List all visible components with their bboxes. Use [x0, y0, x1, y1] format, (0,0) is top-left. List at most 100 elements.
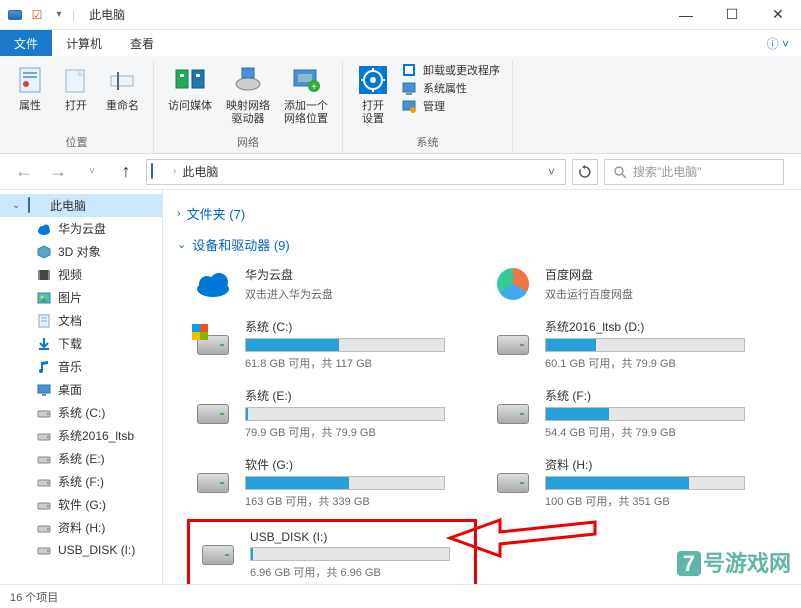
sidebar-item[interactable]: 视频	[0, 263, 162, 286]
access-media-button[interactable]: 访问媒体	[162, 60, 218, 117]
sidebar-item[interactable]: 图片	[0, 286, 162, 309]
monitor-icon	[28, 198, 44, 214]
window-title: 此电脑	[81, 6, 663, 23]
drive-usage-bar	[545, 338, 745, 352]
cloud-drive-item[interactable]: 华为云盘双击进入华为云盘	[187, 260, 467, 308]
qat-dropdown-icon[interactable]: ▾	[50, 6, 68, 24]
drive-usage-bar	[545, 476, 745, 490]
sidebar-item-label: 桌面	[58, 381, 82, 398]
tab-view[interactable]: 查看	[116, 30, 168, 56]
sidebar-item[interactable]: 下载	[0, 332, 162, 355]
cloud-drive-item[interactable]: 百度网盘双击运行百度网盘	[487, 260, 767, 308]
drive-name: 华为云盘	[245, 266, 461, 283]
sidebar-item-label: 文档	[58, 312, 82, 329]
sidebar-item[interactable]: 系统2016_ltsb	[0, 424, 162, 447]
expand-icon[interactable]: ⌄	[12, 200, 22, 211]
folders-section-header[interactable]: › 文件夹 (7)	[177, 198, 787, 229]
help-icon[interactable]: ⓘ ˅	[755, 30, 801, 56]
sidebar-item[interactable]: ⌄ 此电脑	[0, 194, 162, 217]
address-bar[interactable]: › 此电脑 ˅	[146, 159, 566, 185]
sidebar-item[interactable]: 华为云盘	[0, 217, 162, 240]
drive-icon	[198, 537, 238, 573]
drive-icon	[36, 542, 52, 558]
rename-button[interactable]: 重命名	[100, 60, 145, 117]
search-placeholder: 搜索"此电脑"	[633, 163, 702, 180]
sidebar-item[interactable]: 系统 (F:)	[0, 470, 162, 493]
tab-file[interactable]: 文件	[0, 30, 52, 56]
map-drive-button[interactable]: 映射网络 驱动器	[220, 60, 276, 130]
add-location-button[interactable]: + 添加一个 网络位置	[278, 60, 334, 130]
close-button[interactable]: ✕	[755, 0, 801, 30]
video-icon	[36, 267, 52, 283]
drive-usage-bar	[545, 407, 745, 421]
sidebar-item-label: 此电脑	[50, 197, 86, 214]
drive-usage-bar	[245, 338, 445, 352]
add-location-label: 添加一个 网络位置	[284, 100, 328, 126]
address-text: 此电脑	[182, 163, 536, 180]
sidebar-item-label: 系统 (C:)	[58, 404, 105, 421]
manage-button[interactable]: 管理	[401, 98, 500, 114]
drive-icon	[36, 428, 52, 444]
sidebar-item-label: USB_DISK (I:)	[58, 543, 135, 557]
status-bar: 16 个项目	[0, 584, 801, 608]
ribbon-group-system: 打开 设置 卸载或更改程序 系统属性 管理 系统	[343, 60, 513, 153]
drive-item[interactable]: 软件 (G:) 163 GB 可用，共 339 GB	[187, 450, 467, 515]
sidebar-item[interactable]: 系统 (E:)	[0, 447, 162, 470]
menu-tabs: 文件 计算机 查看 ⓘ ˅	[0, 30, 801, 56]
drive-stats: 79.9 GB 可用，共 79.9 GB	[245, 424, 461, 440]
sidebar-item[interactable]: 文档	[0, 309, 162, 332]
drive-stats: 163 GB 可用，共 339 GB	[245, 493, 461, 509]
drive-usage-bar	[250, 547, 450, 561]
system-properties-button[interactable]: 系统属性	[401, 80, 500, 96]
sidebar-item[interactable]: 桌面	[0, 378, 162, 401]
drive-stats: 6.96 GB 可用，共 6.96 GB	[250, 564, 466, 580]
ribbon-group-network: 访问媒体 映射网络 驱动器 + 添加一个 网络位置 网络	[154, 60, 343, 153]
drive-item[interactable]: USB_DISK (I:)6.96 GB 可用，共 6.96 GB	[192, 524, 472, 584]
sidebar-item-label: 资料 (H:)	[58, 519, 105, 536]
open-button[interactable]: 打开	[54, 60, 98, 117]
access-media-label: 访问媒体	[168, 100, 212, 113]
open-settings-button[interactable]: 打开 设置	[351, 60, 395, 130]
sidebar-item[interactable]: 系统 (C:)	[0, 401, 162, 424]
nav-bar: ← → ˅ ↑ › 此电脑 ˅ 搜索"此电脑"	[0, 154, 801, 190]
refresh-button[interactable]	[572, 159, 598, 185]
sidebar-item[interactable]: 音乐	[0, 355, 162, 378]
drive-item[interactable]: 系统 (E:)79.9 GB 可用，共 79.9 GB	[187, 381, 467, 446]
svg-text:+: +	[311, 82, 317, 93]
uninstall-button[interactable]: 卸载或更改程序	[401, 62, 500, 78]
drive-usage-bar	[245, 476, 445, 490]
maximize-button[interactable]: ☐	[709, 0, 755, 30]
ribbon: 属性 打开 重命名 位置 访问媒体 映射网络 驱动器 +	[0, 56, 801, 154]
sidebar-item[interactable]: 3D 对象	[0, 240, 162, 263]
properties-button[interactable]: 属性	[8, 60, 52, 117]
drive-name: 软件 (G:)	[245, 456, 461, 473]
cloud-icon	[193, 266, 233, 302]
sidebar-item[interactable]: USB_DISK (I:)	[0, 539, 162, 561]
drive-item[interactable]: 系统2016_ltsb (D:)60.1 GB 可用，共 79.9 GB	[487, 312, 767, 377]
drive-icon	[36, 497, 52, 513]
drive-item[interactable]: 资料 (H:)100 GB 可用，共 351 GB	[487, 450, 767, 515]
search-input[interactable]: 搜索"此电脑"	[604, 159, 784, 185]
sidebar-item[interactable]: 软件 (G:)	[0, 493, 162, 516]
map-drive-label: 映射网络 驱动器	[226, 100, 270, 126]
drive-item[interactable]: 系统 (F:)54.4 GB 可用，共 79.9 GB	[487, 381, 767, 446]
drives-section-header[interactable]: ⌄ 设备和驱动器 (9)	[177, 229, 787, 260]
drive-name: 系统 (F:)	[545, 387, 761, 404]
qat-checkbox-icon[interactable]: ☑	[28, 6, 46, 24]
chevron-down-icon: ⌄	[177, 238, 186, 251]
recent-dropdown[interactable]: ˅	[78, 158, 106, 186]
sidebar-item[interactable]: 资料 (H:)	[0, 516, 162, 539]
download-icon	[36, 336, 52, 352]
address-dropdown-icon[interactable]: ˅	[542, 165, 561, 179]
sidebar-item-label: 系统2016_ltsb	[58, 427, 134, 444]
forward-button[interactable]: →	[44, 158, 72, 186]
sidebar-item-label: 下载	[58, 335, 82, 352]
back-button[interactable]: ←	[10, 158, 38, 186]
minimize-button[interactable]: —	[663, 0, 709, 30]
tab-computer[interactable]: 计算机	[52, 30, 116, 56]
up-button[interactable]: ↑	[112, 158, 140, 186]
drive-item[interactable]: 系统 (C:)61.8 GB 可用，共 117 GB	[187, 312, 467, 377]
address-icon	[151, 164, 167, 180]
search-icon	[613, 165, 627, 179]
explorer-icon	[6, 6, 24, 24]
